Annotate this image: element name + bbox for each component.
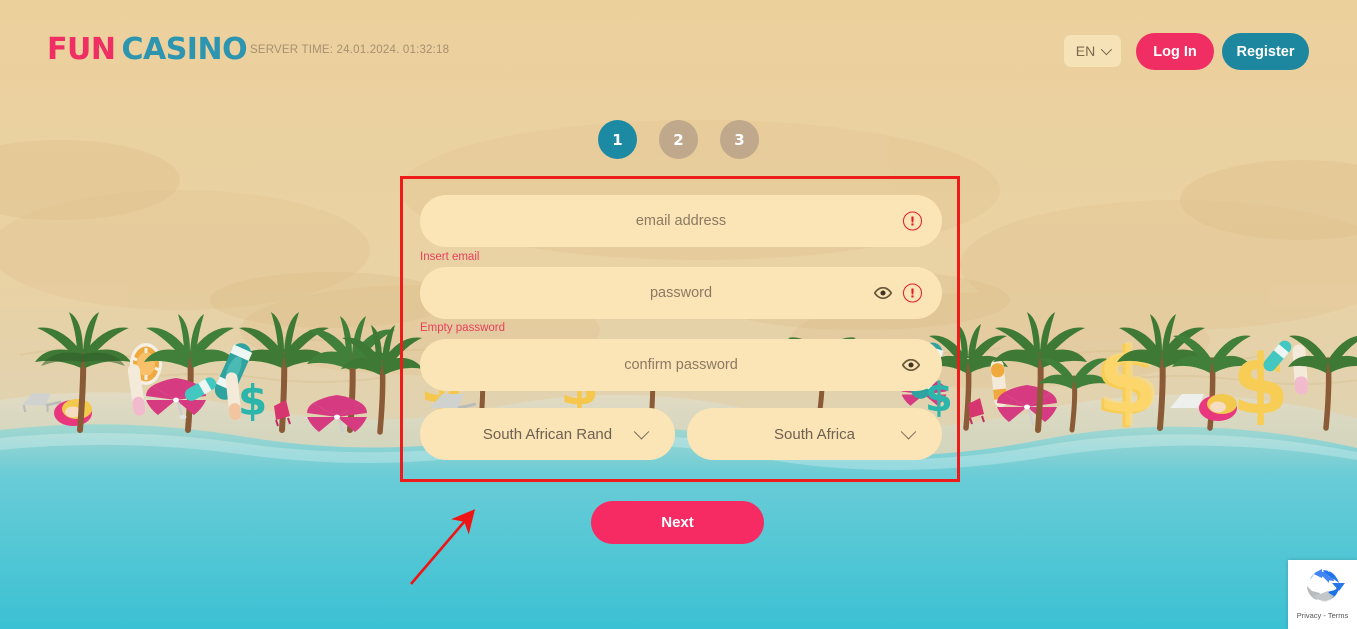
logo-text-fun: FUN [47,32,116,67]
server-time-label: SERVER TIME: 24.01.2024. 01:32:18 [250,44,450,56]
logo-text-casino: CASINO [121,32,248,67]
confirm-password-field-placeholder: confirm password [624,357,738,373]
currency-select-value: South African Rand [482,425,613,443]
eye-icon[interactable] [874,287,892,299]
confirm-password-field[interactable]: confirm password [420,339,942,391]
email-error-message: Insert email [420,251,480,263]
step-indicator-3[interactable]: 3 [720,120,759,159]
country-select-value: South Africa [774,425,855,443]
login-button[interactable]: Log In [1136,33,1214,70]
step-indicator: 1 2 3 [0,120,1357,159]
recaptcha-icon [1306,569,1345,603]
registration-page: $ $ $ $ $ FUN CASINO SERVER TIME: 24.01.… [0,0,1357,629]
password-field[interactable]: password ! [420,267,942,319]
next-button[interactable]: Next [591,501,764,544]
chevron-down-icon [633,424,650,440]
registration-form-highlight: email address ! Insert email password ! … [400,176,960,482]
svg-text:$: $ [1094,329,1158,436]
email-field-placeholder: email address [635,213,727,229]
email-field[interactable]: email address ! [420,195,942,247]
red-arrow-icon [410,509,476,585]
step-indicator-1[interactable]: 1 [598,120,637,159]
svg-text:$: $ [1232,338,1289,433]
beach-umbrella-decoration [144,378,206,419]
step-indicator-2[interactable]: 2 [659,120,698,159]
svg-text:$: $ [238,376,267,425]
password-field-placeholder: password [649,285,713,301]
country-select[interactable]: South Africa [687,408,942,460]
language-selector-value: EN [1075,43,1096,59]
language-selector[interactable]: EN [1064,35,1121,67]
site-header: FUN CASINO SERVER TIME: 24.01.2024. 01:32… [0,0,1357,102]
register-button[interactable]: Register [1222,33,1309,70]
site-logo[interactable]: FUN CASINO [47,32,248,67]
chevron-down-icon [1100,43,1113,56]
recaptcha-badge[interactable]: Privacy - Terms [1288,560,1357,629]
currency-select[interactable]: South African Rand [420,408,675,460]
error-circle-icon: ! [903,211,922,231]
eye-icon[interactable] [902,359,920,371]
chevron-down-icon [900,424,917,440]
error-circle-icon: ! [903,283,922,303]
lounge-chair-decoration [22,393,62,413]
password-error-message: Empty password [420,322,506,334]
svg-text:$: $ [1097,327,1161,434]
locale-selectors: South African Rand South Africa [420,408,942,460]
recaptcha-privacy-terms-label[interactable]: Privacy - Terms [1297,611,1349,620]
